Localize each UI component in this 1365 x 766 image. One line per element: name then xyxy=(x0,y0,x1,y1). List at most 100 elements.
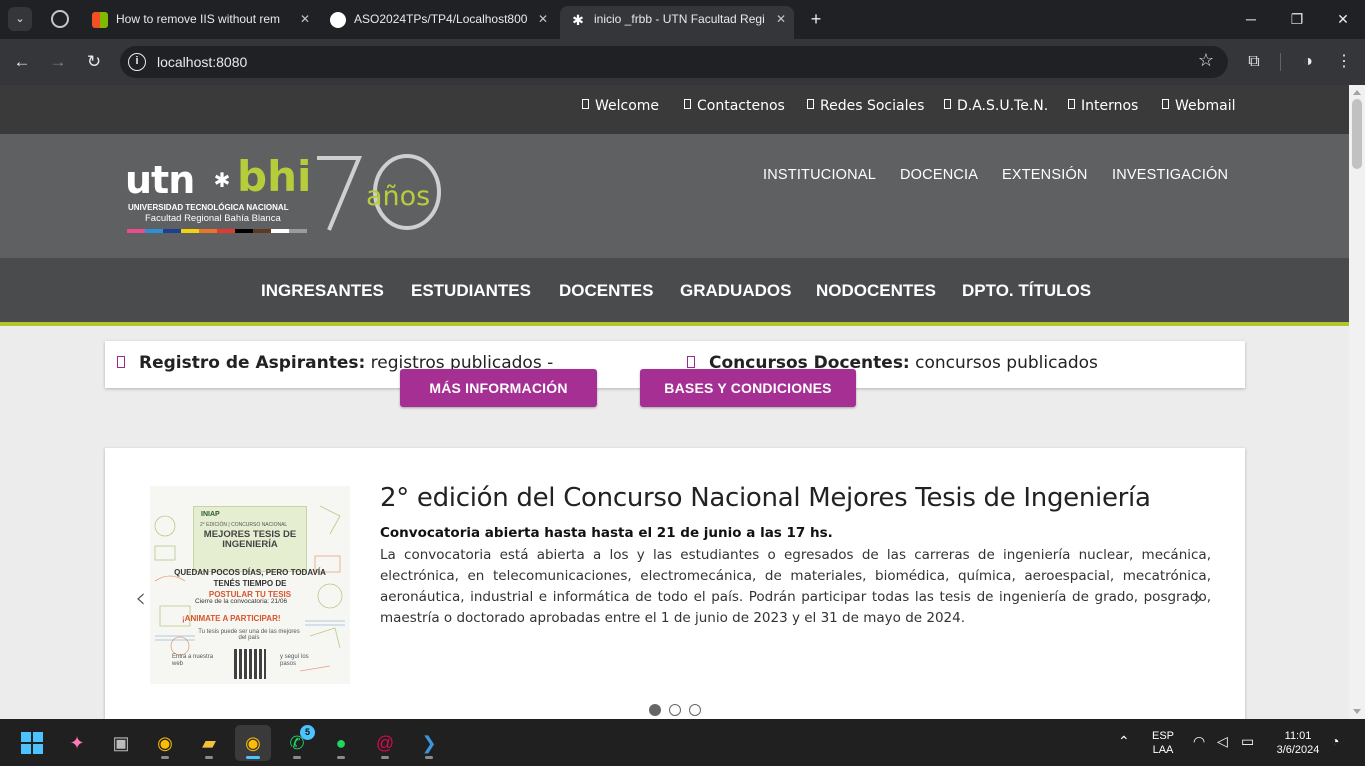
bullet-icon xyxy=(687,356,695,368)
main-nav-nodocentes[interactable]: NODOCENTES xyxy=(816,281,936,301)
browser-tab[interactable]: ASO2024TPs/TP4/Localhost800 ✕ xyxy=(320,6,556,33)
poster-segui: y seguí los pasos xyxy=(280,654,309,667)
bases-condiciones-button[interactable]: BASES Y CONDICIONES xyxy=(640,369,856,407)
main-nav-docentes[interactable]: DOCENTES xyxy=(559,281,653,301)
profile-avatar[interactable]: ◑ xyxy=(1297,51,1319,73)
scroll-up-icon[interactable] xyxy=(1353,90,1361,95)
news-carousel: ‹ › INIAP 2° EDICIÓN | CONCURSO NACIONAL… xyxy=(105,448,1245,719)
header-nav-investigacion[interactable]: INVESTIGACIÓN xyxy=(1112,167,1228,183)
scroll-down-icon[interactable] xyxy=(1353,709,1361,714)
carousel-prev-icon[interactable]: ‹ xyxy=(135,581,146,614)
windows-start-icon[interactable] xyxy=(14,725,50,761)
tab-title: ASO2024TPs/TP4/Localhost800 xyxy=(354,12,528,26)
logo-stripe xyxy=(199,229,217,233)
battery-icon[interactable]: ▭ xyxy=(1241,733,1254,750)
tab-title: How to remove IIS without rem xyxy=(116,12,281,26)
back-arrow-icon[interactable]: ← xyxy=(11,51,33,73)
browser-tab[interactable]: How to remove IIS without rem ✕ xyxy=(82,6,318,33)
slide-title: 2° edición del Concurso Nacional Mejores… xyxy=(380,483,1151,513)
main-nav-estudiantes[interactable]: ESTUDIANTES xyxy=(411,281,531,301)
extensions-icon[interactable]: ⧉ xyxy=(1243,51,1265,73)
logo-utn-text: utn xyxy=(125,158,195,202)
volume-icon[interactable]: ◁ xyxy=(1217,733,1228,750)
toplink-webmail[interactable]: Webmail xyxy=(1162,98,1236,114)
poster-entra: Entra a nuestra web xyxy=(172,654,214,667)
square-icon xyxy=(1068,99,1075,109)
microsoft-icon xyxy=(92,12,108,28)
square-icon xyxy=(684,99,691,109)
bullet-icon xyxy=(117,356,125,368)
chrome-profile-icon[interactable]: ◉ xyxy=(235,725,271,761)
keyboard-layout: LAA xyxy=(1152,744,1174,756)
task-view-icon[interactable]: ▣ xyxy=(103,725,139,761)
minimize-icon[interactable]: ─ xyxy=(1240,8,1262,30)
clock[interactable]: 11:01 3/6/2024 xyxy=(1270,729,1326,757)
vscode-icon[interactable]: ❯ xyxy=(411,725,447,761)
language-indicator[interactable]: ESP LAA xyxy=(1150,729,1176,757)
whatsapp-icon[interactable]: ✆ 5 xyxy=(279,725,315,761)
poster-headline-1: QUEDAN POCOS DÍAS, PERO TODAVÍA TENÉS TI… xyxy=(174,568,326,588)
mas-informacion-button[interactable]: MÁS INFORMACIÓN xyxy=(400,369,597,407)
menu-kebab-icon[interactable]: ⋮ xyxy=(1333,51,1355,73)
poster-org: INIAP xyxy=(201,511,220,518)
toplink-contactenos[interactable]: Contactenos xyxy=(684,98,785,114)
bookmark-star-icon[interactable]: ☆ xyxy=(1198,50,1214,71)
scrollbar-thumb[interactable] xyxy=(1352,99,1362,169)
main-nav-dpto-titulos[interactable]: DPTO. TÍTULOS xyxy=(962,281,1091,301)
new-tab-button[interactable]: + xyxy=(805,8,827,30)
header-nav-institucional[interactable]: INSTITUCIONAL xyxy=(763,167,876,183)
url-text[interactable]: localhost:8080 xyxy=(157,46,247,78)
site-header: utn ✱ bhi UNIVERSIDAD TECNOLÓGICA NACION… xyxy=(0,134,1349,258)
browser-tab-active[interactable]: ✱ inicio _frbb - UTN Facultad Regi ✕ xyxy=(560,6,794,39)
logo-anos-text: años xyxy=(366,181,431,212)
running-indicator xyxy=(205,756,213,759)
carousel-dot-1[interactable] xyxy=(649,704,661,716)
address-bar[interactable]: i localhost:8080 ☆ xyxy=(120,46,1228,78)
concurso-poster-image: INIAP 2° EDICIÓN | CONCURSO NACIONAL MEJ… xyxy=(150,486,350,684)
windows-taskbar: ✦ ▣ ◉ ▰ ◉ ✆ 5 ● @ ❯ ⌃ ESP LAA ◠ ◁ ▭ 11:01… xyxy=(0,719,1365,766)
square-icon xyxy=(944,99,951,109)
close-window-icon[interactable]: ✕ xyxy=(1332,8,1354,30)
close-icon[interactable]: ✕ xyxy=(300,6,310,33)
spotify-icon[interactable]: ● xyxy=(323,725,359,761)
logo-stripe xyxy=(217,229,235,233)
clock-time: 11:01 xyxy=(1284,730,1312,742)
main-nav-ingresantes[interactable]: INGRESANTES xyxy=(261,281,384,301)
forward-arrow-icon[interactable]: → xyxy=(47,51,69,73)
reload-icon[interactable]: ↻ xyxy=(83,51,105,73)
toplink-welcome[interactable]: Welcome xyxy=(582,98,659,114)
file-explorer-icon[interactable]: ▰ xyxy=(191,725,227,761)
logo-bhi-text: bhi xyxy=(237,152,312,201)
toplink-dasuten[interactable]: D.A.S.U.Te.N. xyxy=(944,98,1048,114)
carousel-dot-2[interactable] xyxy=(669,704,681,716)
copilot-icon[interactable]: ✦ xyxy=(59,725,95,761)
debian-icon[interactable]: @ xyxy=(367,725,403,761)
logo-faculty-name: Facultad Regional Bahía Blanca xyxy=(145,213,281,224)
toplink-internos[interactable]: Internos xyxy=(1068,98,1138,114)
notification-bell-icon[interactable]: ◔ xyxy=(1331,733,1339,749)
square-icon xyxy=(582,99,589,109)
tab-search-button[interactable]: ⌄ xyxy=(8,7,32,31)
tab-group-icon[interactable] xyxy=(51,10,69,28)
main-nav-graduados[interactable]: GRADUADOS xyxy=(680,281,791,301)
carousel-dot-3[interactable] xyxy=(689,704,701,716)
toplink-label: Redes Sociales xyxy=(820,98,925,114)
wifi-icon[interactable]: ◠ xyxy=(1193,733,1205,750)
close-icon[interactable]: ✕ xyxy=(776,6,786,33)
header-nav-extension[interactable]: EXTENSIÓN xyxy=(1002,167,1088,183)
toplink-label: Internos xyxy=(1081,98,1139,114)
windows-logo-icon xyxy=(21,732,43,754)
slide-body: La convocatoria está abierta a los y las… xyxy=(380,547,1211,626)
close-icon[interactable]: ✕ xyxy=(538,6,548,33)
logo-stripe xyxy=(253,229,271,233)
header-nav-docencia[interactable]: DOCENCIA xyxy=(900,167,978,183)
chevron-up-icon[interactable]: ⌃ xyxy=(1118,733,1130,750)
square-icon xyxy=(1162,99,1169,109)
carousel-indicators xyxy=(649,704,701,716)
site-info-icon[interactable]: i xyxy=(128,53,146,71)
logo-stripe xyxy=(145,229,163,233)
toplink-redes-sociales[interactable]: Redes Sociales xyxy=(807,98,924,114)
chrome-icon[interactable]: ◉ xyxy=(147,725,183,761)
restore-icon[interactable]: ❐ xyxy=(1286,8,1308,30)
page-scrollbar[interactable] xyxy=(1349,85,1365,719)
